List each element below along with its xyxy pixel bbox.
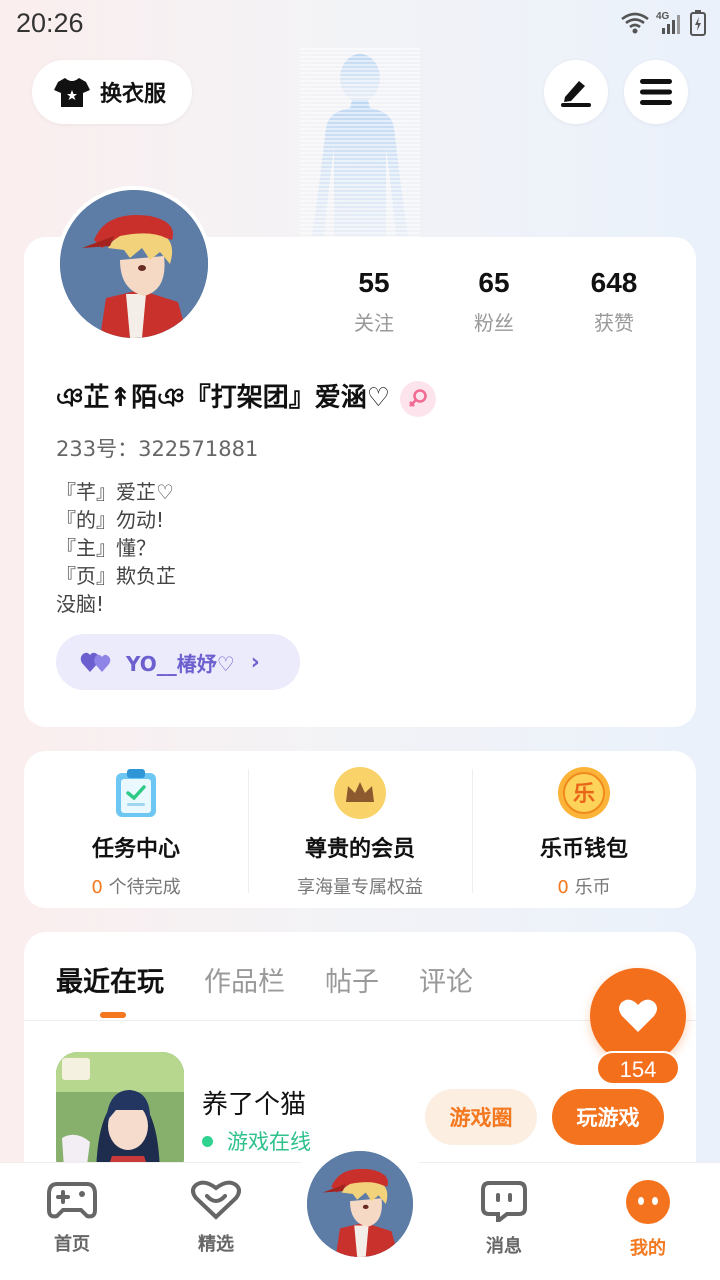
stat-likes[interactable]: 648 获赞: [554, 267, 674, 336]
profile-face-icon: [626, 1180, 670, 1224]
bio-line: 『主』懂？: [56, 536, 156, 560]
stat-followers[interactable]: 65 粉丝: [434, 267, 554, 336]
tab-works[interactable]: 作品栏: [204, 960, 285, 999]
pending-task-count: 0: [91, 877, 103, 898]
bio-line: 『芊』爱芷♡: [56, 480, 174, 504]
stat-following[interactable]: 55 关注: [314, 267, 434, 336]
pen-icon: [561, 81, 591, 107]
tshirt-icon: [54, 78, 90, 107]
like-count: 154: [596, 1051, 680, 1085]
status-time: 20:26: [16, 8, 84, 38]
network-label: 4G: [656, 11, 670, 22]
nav-avatar-illustration: [307, 1151, 413, 1257]
user-id: 233号：322571881: [56, 437, 259, 461]
battery-icon: [690, 10, 706, 36]
nickname-row: ঞ芷↟陌ঞ『打架团』爱涵♡: [56, 377, 437, 421]
like-button[interactable]: [590, 968, 686, 1064]
service-title: 尊贵的会员: [304, 837, 415, 862]
edit-profile-button[interactable]: [544, 60, 608, 124]
nav-home[interactable]: 首页: [24, 1180, 120, 1256]
avatar-hologram: [300, 48, 420, 238]
service-subtitle: 0 个待完成: [24, 873, 248, 899]
task-center-entry[interactable]: 任务中心 0 个待完成: [24, 751, 248, 908]
bio-line: 『页』欺负芷: [56, 564, 176, 588]
stat-label: 获赞: [594, 311, 634, 335]
stat-value: 55: [358, 267, 390, 298]
service-suffix: 个待完成: [102, 877, 181, 898]
service-subtitle: 享海量专属权益: [297, 877, 423, 898]
signal-icon: 4G: [656, 11, 680, 34]
tab-comments[interactable]: 评论: [419, 960, 473, 999]
stat-value: 648: [590, 267, 638, 298]
tab-recent[interactable]: 最近在玩: [56, 960, 164, 1018]
cp-relation-tag[interactable]: YO__椿妤♡ ›: [56, 634, 300, 690]
service-subtitle: 0 乐币: [472, 873, 696, 899]
svg-text:乐: 乐: [573, 782, 595, 807]
menu-icon: [640, 79, 672, 105]
change-outfit-label: 换衣服: [100, 82, 167, 107]
game-icon[interactable]: [56, 1052, 184, 1180]
crown-icon: [334, 767, 386, 819]
stat-value: 65: [478, 267, 510, 298]
services-card: 任务中心 0 个待完成 尊贵的会员 享海量专属权益 乐 乐币钱包 0 乐币: [24, 751, 696, 908]
status-icons: 4G: [620, 10, 706, 36]
cp-name: YO__椿妤♡: [126, 651, 235, 676]
service-suffix: 乐币: [568, 877, 611, 898]
heart-face-icon: [191, 1180, 241, 1220]
nav-label: 首页: [54, 1234, 90, 1255]
nav-label: 精选: [198, 1234, 234, 1255]
nav-featured[interactable]: 精选: [168, 1180, 264, 1256]
game-status: 游戏在线: [202, 1126, 311, 1156]
tab-posts[interactable]: 帖子: [325, 960, 379, 999]
nav-avatar-button[interactable]: [304, 1148, 416, 1260]
chevron-right-icon: ›: [250, 649, 260, 675]
game-circle-button[interactable]: 游戏圈: [425, 1089, 537, 1145]
menu-button[interactable]: [624, 60, 688, 124]
tab-bar: 最近在玩 作品栏 帖子 评论: [56, 960, 473, 1018]
nav-label: 我的: [630, 1238, 666, 1259]
double-heart-icon: [80, 652, 111, 672]
profile-avatar[interactable]: [56, 186, 212, 342]
nav-label: 消息: [486, 1236, 522, 1257]
avatar-illustration: [60, 190, 208, 338]
heart-icon: [619, 999, 657, 1032]
bio-line: 没脑!: [56, 592, 105, 616]
online-dot: [202, 1135, 213, 1147]
gamepad-icon: [47, 1182, 97, 1219]
coin-icon: 乐: [558, 767, 610, 819]
wallet-entry[interactable]: 乐 乐币钱包 0 乐币: [472, 751, 696, 908]
vip-entry[interactable]: 尊贵的会员 享海量专属权益: [248, 751, 472, 908]
female-gender-icon: [400, 381, 437, 417]
game-status-label: 游戏在线: [227, 1130, 311, 1154]
bio-line: 『的』勿动!: [56, 508, 165, 532]
nav-messages[interactable]: 消息: [456, 1180, 552, 1258]
bio: 『芊』爱芷♡ 『的』勿动! 『主』懂？ 『页』欺负芷 没脑!: [56, 478, 176, 618]
play-game-button[interactable]: 玩游戏: [552, 1089, 664, 1145]
wifi-icon: [621, 12, 649, 34]
coin-balance: 0: [557, 877, 569, 898]
game-thumbnail: [56, 1052, 184, 1180]
chat-bubble-icon: [481, 1181, 527, 1226]
game-name: 养了个猫: [202, 1090, 307, 1120]
nickname: ঞ芷↟陌ঞ『打架团』爱涵♡: [56, 383, 391, 413]
profile-stats: 55 关注 65 粉丝 648 获赞: [314, 267, 674, 336]
status-bar: 20:26 4G: [0, 0, 720, 48]
nav-mine[interactable]: 我的: [600, 1180, 696, 1260]
stat-label: 粉丝: [474, 311, 514, 335]
service-title: 乐币钱包: [539, 837, 628, 862]
stat-label: 关注: [354, 311, 394, 335]
service-title: 任务中心: [91, 837, 180, 862]
change-outfit-button[interactable]: 换衣服: [32, 60, 192, 124]
clipboard-icon: [116, 769, 156, 817]
